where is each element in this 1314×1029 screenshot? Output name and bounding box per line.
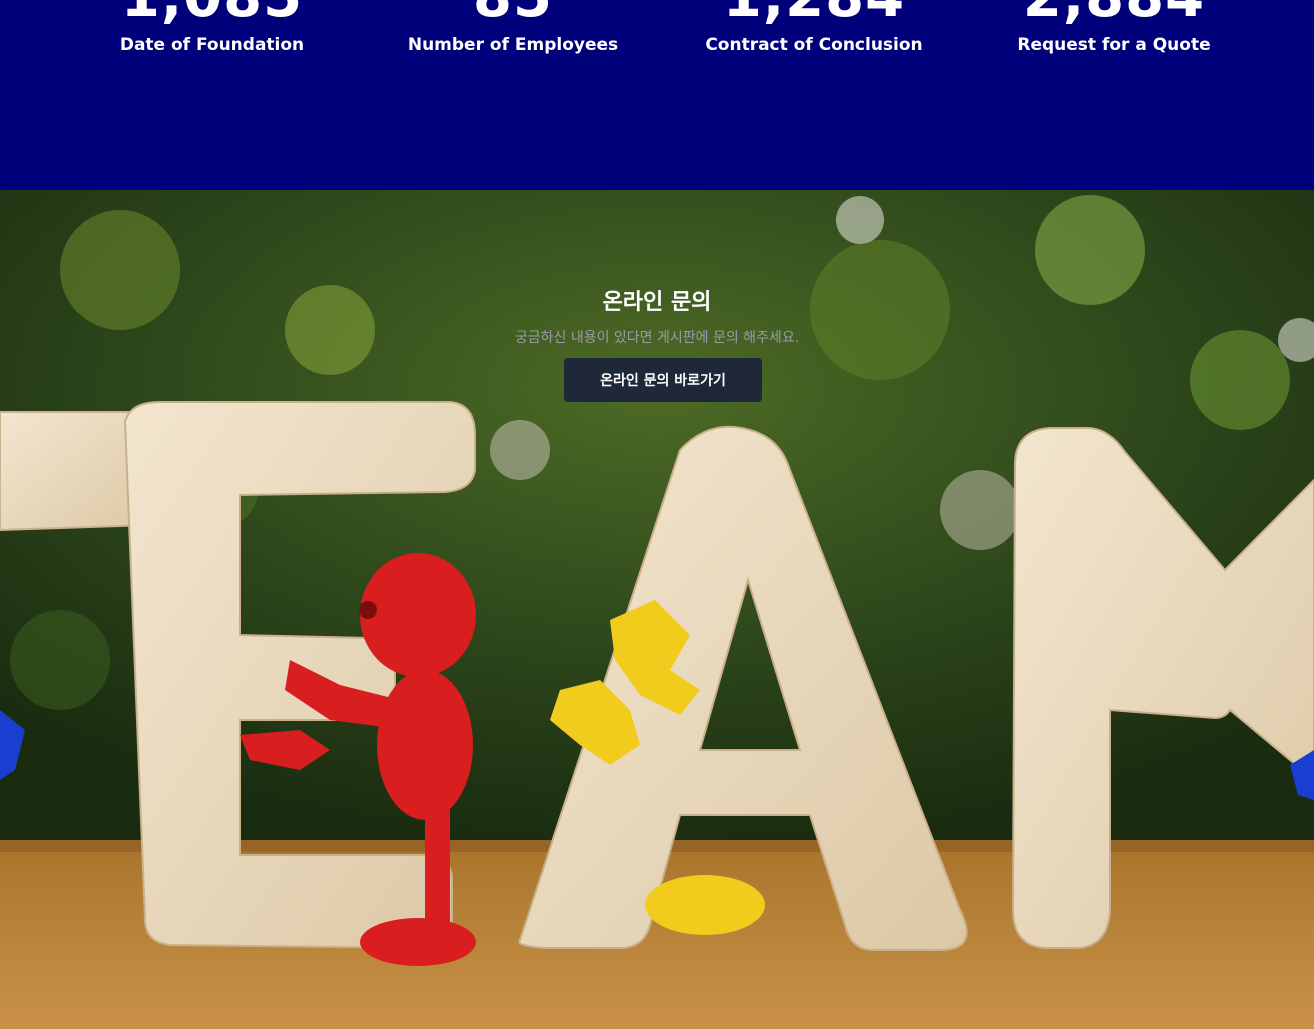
inquiry-title: 온라인 문의	[602, 290, 712, 315]
stat-number: 1,085	[62, 0, 362, 26]
stat-label: Number of Employees	[407, 35, 619, 55]
stat-number: 1,284	[664, 0, 964, 26]
stats-section: 1,085 Date of Foundation 85 Number of Em…	[0, 0, 1314, 190]
online-inquiry-section: 온라인 문의 궁금하신 내용이 있다면 게시판에 문의 해주세요. 온라인 문의…	[0, 190, 1314, 1029]
inquiry-subtitle: 궁금하신 내용이 있다면 게시판에 문의 해주세요.	[514, 330, 800, 346]
stat-number: 2,884	[964, 0, 1264, 26]
stat-number: 85	[363, 0, 663, 26]
stat-label: Contract of Conclusion	[705, 35, 923, 55]
stat-label: Date of Foundation	[119, 35, 305, 55]
stat-label: Request for a Quote	[1017, 35, 1211, 55]
online-inquiry-button[interactable]: 온라인 문의 바로가기	[564, 358, 762, 402]
